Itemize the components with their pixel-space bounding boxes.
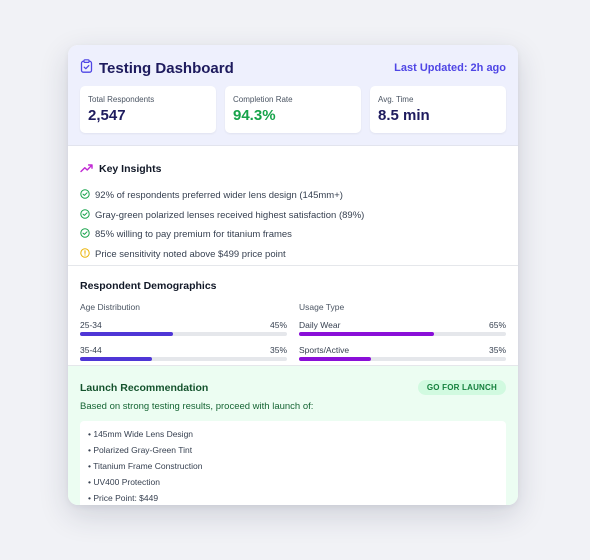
insight-text: Price sensitivity noted above $499 price… <box>95 248 286 260</box>
bar-percent: 45% <box>269 320 287 330</box>
stat-label: Avg. Time <box>378 95 414 104</box>
insight-text: Gray-green polarized lenses received hig… <box>95 209 365 221</box>
list-item: • Polarized Gray-Green Tint <box>88 445 193 455</box>
check-circle-icon <box>80 189 90 202</box>
section-title: Launch Recommendation <box>80 381 209 394</box>
list-item: • 145mm Wide Lens Design <box>88 429 194 439</box>
progress-fill <box>299 357 372 361</box>
age-distribution: Age Distribution 25-34 45% 35-44 35% <box>80 302 287 361</box>
status-badge: GO FOR LAUNCH <box>417 380 506 395</box>
bar-percent: 35% <box>269 345 287 355</box>
column-title: Age Distribution <box>80 302 141 312</box>
page-title: Testing Dashboard <box>99 59 234 77</box>
progress-track <box>299 332 506 336</box>
alert-circle-icon <box>80 248 90 261</box>
insights-list: 92% of respondents preferred wider lens … <box>80 186 506 264</box>
bar-label: 25-34 <box>80 320 102 330</box>
clipboard-check-icon <box>80 58 93 78</box>
bar-row: 35-44 35% <box>80 345 287 361</box>
stat-value: 94.3% <box>233 107 276 124</box>
launch-items-box: • 145mm Wide Lens Design • Polarized Gra… <box>80 421 506 505</box>
section-title: Key Insights <box>99 163 162 175</box>
testing-dashboard-card: Testing Dashboard Last Updated: 2h ago T… <box>68 45 518 505</box>
progress-track <box>299 357 506 361</box>
bar-row: Daily Wear 65% <box>299 320 506 336</box>
stat-card-total-respondents: Total Respondents 2,547 <box>80 86 216 133</box>
progress-track <box>80 357 287 361</box>
stat-value: 8.5 min <box>378 107 430 124</box>
list-item: • UV400 Protection <box>88 477 160 487</box>
progress-track <box>80 332 287 336</box>
insight-text: 92% of respondents preferred wider lens … <box>95 190 343 202</box>
bar-label: Sports/Active <box>299 345 350 355</box>
usage-type: Usage Type Daily Wear 65% Sports/Active … <box>299 302 506 361</box>
list-item: 92% of respondents preferred wider lens … <box>80 186 506 206</box>
stat-label: Total Respondents <box>88 95 155 104</box>
launch-description: Based on strong testing results, proceed… <box>80 401 314 412</box>
stat-label: Completion Rate <box>233 95 293 104</box>
progress-fill <box>80 357 153 361</box>
list-item: • Price Point: $449 <box>88 493 159 503</box>
list-item: Price sensitivity noted above $499 price… <box>80 245 506 265</box>
insight-text: 85% willing to pay premium for titanium … <box>95 229 292 241</box>
bar-label: 35-44 <box>80 345 102 355</box>
list-item: 85% willing to pay premium for titanium … <box>80 225 506 245</box>
stats-row: Total Respondents 2,547 Completion Rate … <box>80 86 506 133</box>
dashboard-header: Testing Dashboard Last Updated: 2h ago T… <box>68 45 518 146</box>
bar-row: 25-34 45% <box>80 320 287 336</box>
respondent-demographics-section: Respondent Demographics Age Distribution… <box>68 266 518 366</box>
check-circle-icon <box>80 228 90 241</box>
trending-up-icon <box>80 160 93 178</box>
last-updated-text: Last Updated: 2h ago <box>394 62 506 74</box>
section-title: Respondent Demographics <box>80 280 217 292</box>
launch-recommendation-section: Launch Recommendation GO FOR LAUNCH Base… <box>68 366 518 505</box>
bar-row: Sports/Active 35% <box>299 345 506 361</box>
list-item: • Titanium Frame Construction <box>88 461 203 471</box>
bar-percent: 65% <box>488 320 506 330</box>
progress-fill <box>299 332 434 336</box>
check-circle-icon <box>80 209 90 222</box>
column-title: Usage Type <box>299 302 345 312</box>
list-item: Gray-green polarized lenses received hig… <box>80 206 506 226</box>
stat-card-avg-time: Avg. Time 8.5 min <box>370 86 506 133</box>
key-insights-section: Key Insights 92% of respondents preferre… <box>68 146 518 266</box>
progress-fill <box>80 332 174 336</box>
stat-value: 2,547 <box>88 107 126 124</box>
bar-percent: 35% <box>488 345 506 355</box>
bar-label: Daily Wear <box>299 320 341 330</box>
stat-card-completion-rate: Completion Rate 94.3% <box>225 86 361 133</box>
